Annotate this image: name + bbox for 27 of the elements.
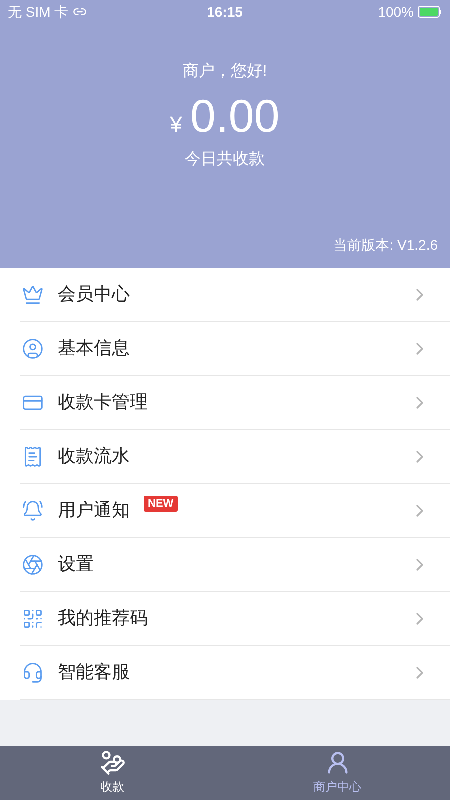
receipt-icon: [22, 446, 44, 468]
menu-label: 用户通知: [58, 499, 130, 522]
carrier-text: 无 SIM 卡: [8, 2, 69, 22]
menu-label: 设置: [58, 553, 94, 576]
user-icon: [22, 338, 44, 360]
greeting-text: 商户，您好!: [182, 62, 268, 82]
settings-icon: [22, 554, 44, 576]
battery-text: 100%: [378, 2, 414, 22]
currency-symbol: ¥: [170, 111, 182, 139]
version-text: 当前版本: V1.2.6: [334, 236, 438, 255]
menu-label: 收款流水: [58, 445, 130, 468]
menu-label: 基本信息: [58, 337, 130, 360]
clock-text: 16:15: [207, 2, 243, 22]
qr-code-icon: [22, 608, 44, 630]
bell-icon: [22, 500, 44, 522]
amount-text: 0.00: [190, 89, 280, 144]
tab-item[interactable]: 收款: [0, 746, 225, 800]
new-badge: NEW: [144, 496, 178, 512]
menu-label: 智能客服: [58, 661, 130, 684]
menu-label: 收款卡管理: [58, 391, 148, 414]
headset-icon: [22, 662, 44, 684]
menu-label: 会员中心: [58, 283, 130, 306]
menu-label: 我的推荐码: [58, 607, 148, 630]
hand-coin-icon: [100, 750, 126, 776]
battery-icon: [418, 6, 442, 18]
crown-icon: [22, 284, 44, 306]
amount-label: 今日共收款: [185, 150, 265, 170]
